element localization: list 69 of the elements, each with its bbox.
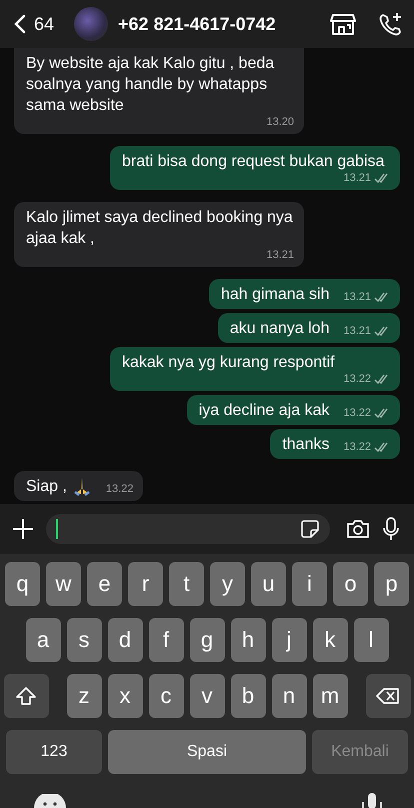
keyboard-key[interactable]: c (148, 674, 184, 718)
keyboard-key[interactable]: s (66, 618, 102, 662)
double-check-icon (374, 173, 390, 183)
keyboard-key[interactable]: z (66, 674, 102, 718)
message-text: kakak nya yg kurang respontif (122, 353, 335, 373)
keyboard-key[interactable]: l (354, 618, 388, 662)
message-time: 13.22 (343, 373, 371, 385)
microphone-icon[interactable] (361, 792, 383, 808)
shift-key[interactable] (4, 674, 48, 718)
keyboard-key[interactable]: k (312, 618, 348, 662)
contact-name[interactable]: +62 821-4617-0742 (118, 14, 308, 34)
double-check-icon (374, 442, 390, 452)
message-text: iya decline aja kak (198, 401, 330, 421)
phone-plus-icon[interactable] (378, 12, 404, 36)
double-check-icon (374, 292, 390, 302)
message-time: 13.21 (266, 249, 294, 261)
backspace-key[interactable] (366, 674, 410, 718)
message-time: 13.21 (343, 325, 371, 337)
double-check-icon (374, 408, 390, 418)
message-time: 13.22 (343, 441, 371, 453)
keyboard-key[interactable]: x (108, 674, 142, 718)
keyboard-key[interactable]: b (230, 674, 266, 718)
keyboard-key[interactable]: u (251, 562, 286, 606)
sticker-icon[interactable] (300, 519, 320, 539)
keyboard-key[interactable]: e (87, 562, 122, 606)
message-text: By website aja kak Kalo gitu , beda soalnya yang handle by whatapps sama website (26, 54, 276, 116)
message-text: brati bisa dong request bukan gabisa (122, 152, 384, 172)
keyboard-key[interactable]: p (374, 562, 409, 606)
keyboard-key[interactable]: n (272, 674, 306, 718)
emoji-icon[interactable] (33, 794, 67, 808)
message-text: Siap , (26, 477, 67, 497)
message-time: 13.21 (343, 291, 371, 303)
double-check-icon (374, 326, 390, 336)
numbers-key[interactable]: 123 (6, 730, 102, 774)
keyboard-key[interactable]: w (46, 562, 81, 606)
keyboard-key[interactable]: t (169, 562, 204, 606)
microphone-icon[interactable] (382, 517, 400, 541)
camera-icon[interactable] (346, 519, 370, 539)
storefront-icon[interactable] (330, 12, 356, 36)
keyboard-key[interactable]: f (148, 618, 184, 662)
plus-icon[interactable] (12, 518, 34, 540)
keyboard-key[interactable]: j (272, 618, 306, 662)
back-button[interactable]: 64 (10, 14, 58, 34)
message-text: thanks (282, 435, 330, 455)
message-input-field[interactable] (46, 514, 330, 544)
double-check-icon (374, 374, 390, 384)
keyboard-key[interactable]: o (333, 562, 368, 606)
message-time: 13.22 (343, 407, 371, 419)
message-time: 13.21 (343, 172, 371, 184)
keyboard-key[interactable]: m (312, 674, 348, 718)
message-time: 13.20 (266, 116, 294, 128)
keyboard-key[interactable]: q (5, 562, 40, 606)
message-text: aku nanya loh (230, 319, 330, 339)
keyboard-key[interactable]: y (210, 562, 245, 606)
keyboard-key[interactable]: h (230, 618, 266, 662)
backspace-icon (376, 687, 400, 705)
avatar[interactable] (74, 7, 108, 41)
chevron-left-icon (14, 14, 26, 34)
keyboard-key[interactable]: i (292, 562, 327, 606)
message-time: 13.22 (106, 483, 134, 495)
message-text: hah gimana sih (220, 285, 330, 305)
keyboard-key[interactable]: a (26, 618, 60, 662)
message-text: Kalo jlimet saya declined booking nya ajaa kak , (26, 208, 294, 249)
keyboard-key[interactable]: r (128, 562, 163, 606)
keyboard-key[interactable]: d (108, 618, 142, 662)
shift-icon (15, 686, 37, 706)
space-key[interactable]: Spasi (108, 730, 306, 774)
keyboard-key[interactable]: g (190, 618, 224, 662)
keyboard-key[interactable]: v (190, 674, 224, 718)
